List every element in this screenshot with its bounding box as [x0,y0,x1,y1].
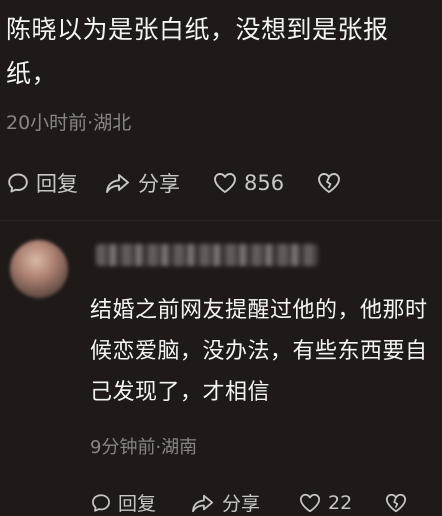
avatar[interactable] [10,240,68,298]
share-arrow-icon [190,492,216,514]
heart-icon [298,492,322,514]
reply-label: 回复 [36,172,78,196]
like-count: 856 [244,171,285,195]
share-button[interactable]: 分享 [104,168,212,198]
comment-2-text: 结婚之前网友提醒过他的，他那时候恋爱脑，没办法，有些东西要自己发现了，才相信 [90,298,428,405]
dislike-button[interactable] [384,492,408,514]
comment-2-actions: 回复 分享 22 [90,489,408,516]
like-button[interactable]: 22 [298,492,384,514]
reply-button[interactable]: 回复 [90,489,190,516]
dislike-button[interactable] [316,171,342,195]
reply-label: 回复 [118,493,157,515]
comment-divider [0,220,442,221]
comment-2-meta: 9分钟前·湖南 [90,437,198,458]
comment-1-meta: 20小时前·湖北 [6,112,132,134]
heart-icon [212,171,238,195]
like-count: 22 [328,491,353,514]
share-label: 分享 [138,172,180,196]
share-label: 分享 [222,493,261,515]
broken-heart-icon [384,492,408,514]
comment-1-text: 陈晓以为是张白纸，没想到是张报纸， [6,15,389,88]
broken-heart-icon [316,171,342,195]
reply-button[interactable]: 回复 [6,168,104,198]
share-arrow-icon [104,171,132,195]
comment-bubble-icon [90,492,112,514]
username-blurred[interactable] [96,244,318,266]
comment-bubble-icon [6,171,30,195]
share-button[interactable]: 分享 [190,489,298,516]
like-button[interactable]: 856 [212,171,316,195]
comment-1-actions: 回复 分享 856 [6,168,342,198]
